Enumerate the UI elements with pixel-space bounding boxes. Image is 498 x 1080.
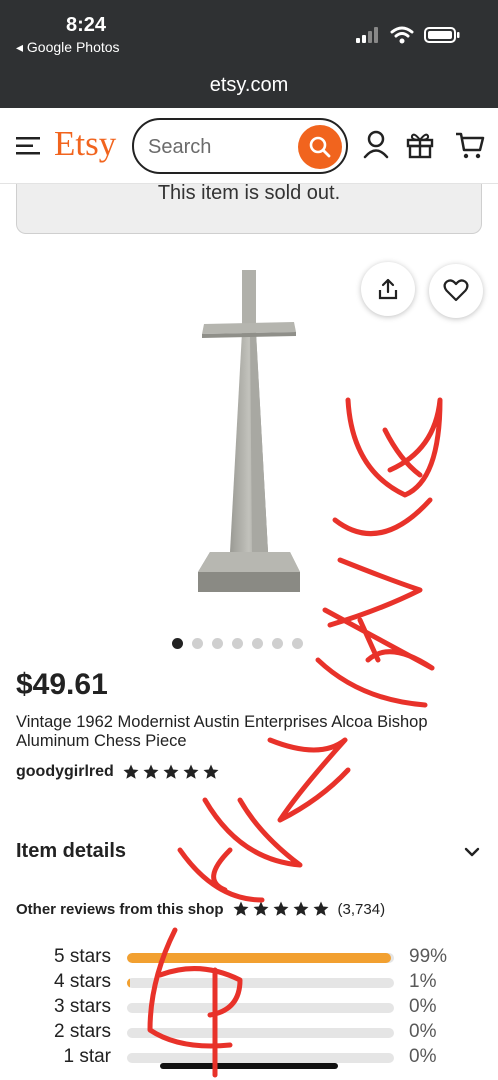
menu-icon[interactable] bbox=[16, 136, 42, 156]
rating-row-label: 2 stars bbox=[53, 1021, 111, 1042]
site-header: Etsy bbox=[0, 108, 498, 184]
rating-bar-track bbox=[127, 953, 394, 963]
rating-row-label: 5 stars bbox=[53, 946, 111, 967]
sold-out-text: This item is sold out. bbox=[157, 182, 341, 204]
status-time: 8:24 bbox=[66, 14, 107, 36]
carousel-dot[interactable] bbox=[252, 638, 263, 649]
rating-row-percent: 0% bbox=[409, 996, 437, 1017]
chess-bishop-photo bbox=[198, 270, 300, 592]
star-icon bbox=[203, 764, 219, 779]
rating-bar-track bbox=[127, 1028, 394, 1038]
shop-rating bbox=[122, 763, 220, 781]
share-button[interactable] bbox=[361, 262, 415, 316]
shop-info: goodygirlred bbox=[16, 763, 220, 781]
wifi-icon bbox=[390, 26, 414, 44]
rating-row-percent: 99% bbox=[409, 946, 448, 967]
rating-row-label: 4 stars bbox=[53, 971, 111, 992]
carousel-dot[interactable] bbox=[272, 638, 283, 649]
browser-top-bar: 8:24 ◂ Google Photos etsy.com bbox=[0, 0, 498, 108]
carousel-pagination bbox=[172, 638, 303, 649]
carousel-dot[interactable] bbox=[292, 638, 303, 649]
search-button[interactable] bbox=[298, 125, 342, 169]
star-icon bbox=[233, 901, 249, 916]
rating-row: 3 stars 0% bbox=[0, 996, 498, 1021]
product-price: $49.61 bbox=[16, 668, 108, 701]
rating-row: 2 stars 0% bbox=[0, 1021, 498, 1046]
reviews-label: Other reviews from this shop bbox=[16, 900, 224, 918]
item-details-toggle[interactable]: Item details bbox=[16, 840, 480, 863]
star-icon bbox=[183, 764, 199, 779]
carousel-dot[interactable] bbox=[212, 638, 223, 649]
rating-row: 5 stars 99% bbox=[0, 946, 498, 971]
rating-bar-track bbox=[127, 1053, 394, 1063]
home-indicator bbox=[160, 1063, 338, 1069]
battery-icon bbox=[424, 27, 460, 43]
sold-out-notice: This item is sold out. bbox=[16, 182, 482, 234]
carousel-dot[interactable] bbox=[192, 638, 203, 649]
heart-icon bbox=[443, 279, 469, 302]
carousel-dot[interactable] bbox=[172, 638, 183, 649]
favorite-button[interactable] bbox=[429, 264, 483, 318]
account-icon[interactable] bbox=[362, 130, 390, 160]
rating-row: 4 stars 1% bbox=[0, 971, 498, 996]
star-icon bbox=[143, 764, 159, 779]
reviews-rating bbox=[232, 900, 330, 918]
shop-name-link[interactable]: goodygirlred bbox=[16, 763, 114, 781]
search-input[interactable] bbox=[148, 133, 296, 161]
star-icon bbox=[123, 764, 139, 779]
star-icon bbox=[163, 764, 179, 779]
rating-row-percent: 0% bbox=[409, 1046, 437, 1067]
rating-bar-track bbox=[127, 1003, 394, 1013]
star-icon bbox=[313, 901, 329, 916]
gift-icon[interactable] bbox=[405, 130, 435, 160]
reviews-count: (3,734) bbox=[337, 900, 386, 918]
back-to-app-link[interactable]: ◂ Google Photos bbox=[16, 39, 120, 56]
rating-bar-fill bbox=[127, 953, 392, 963]
item-details-heading: Item details bbox=[16, 840, 127, 862]
status-icons bbox=[356, 26, 460, 44]
product-image[interactable] bbox=[0, 250, 498, 630]
rating-row-percent: 0% bbox=[409, 1021, 437, 1042]
rating-bar-track bbox=[127, 978, 394, 988]
etsy-logo[interactable]: Etsy bbox=[54, 124, 116, 164]
chevron-down-icon bbox=[464, 847, 480, 856]
address-bar-url[interactable]: etsy.com bbox=[0, 74, 498, 97]
carousel-dot[interactable] bbox=[232, 638, 243, 649]
search-icon bbox=[309, 136, 331, 158]
star-icon bbox=[273, 901, 289, 916]
shop-reviews-summary: Other reviews from this shop (3,734) bbox=[16, 900, 385, 918]
star-icon bbox=[253, 901, 269, 916]
rating-row-label: 3 stars bbox=[53, 996, 111, 1017]
cart-icon[interactable] bbox=[455, 130, 485, 160]
rating-bar-fill bbox=[127, 978, 130, 988]
product-title: Vintage 1962 Modernist Austin Enterprise… bbox=[16, 713, 428, 750]
rating-row-percent: 1% bbox=[409, 971, 437, 992]
rating-row-label: 1 star bbox=[63, 1046, 111, 1067]
signal-icon bbox=[356, 27, 378, 43]
share-icon bbox=[378, 278, 398, 300]
search-bar bbox=[132, 118, 348, 174]
star-icon bbox=[293, 901, 309, 916]
